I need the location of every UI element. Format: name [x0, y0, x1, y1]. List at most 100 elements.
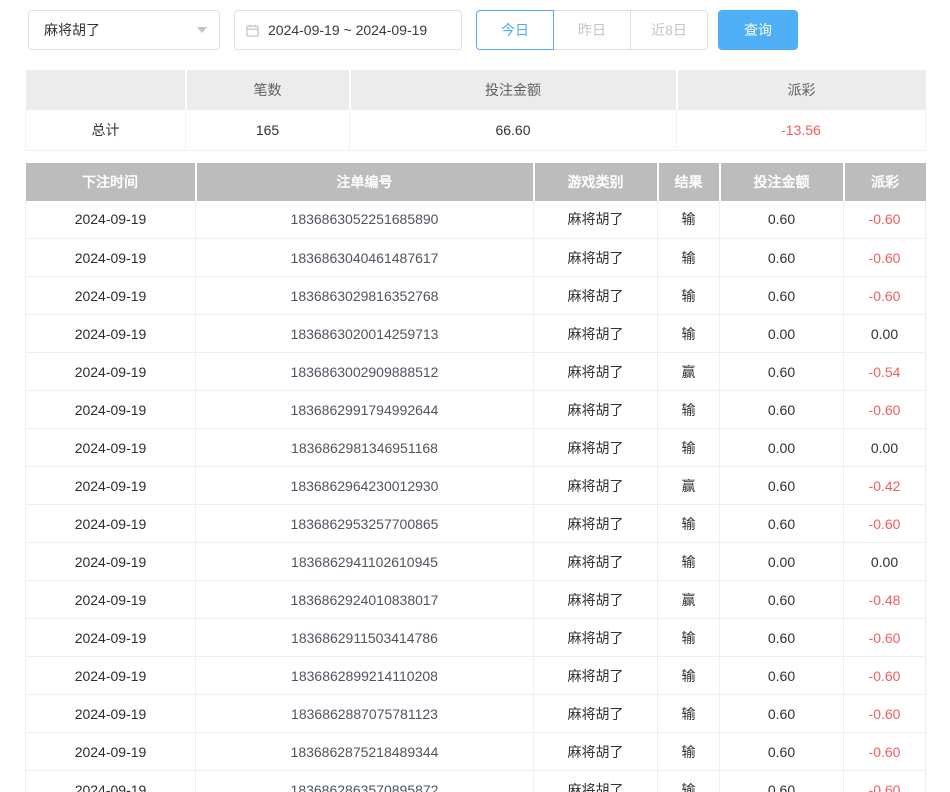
col-header-bet-amount: 投注金额	[720, 163, 844, 201]
cell-order: 1836863052251685890	[196, 201, 534, 239]
cell-result: 输	[658, 619, 720, 657]
col-header-order-number: 注单编号	[196, 163, 534, 201]
cell-time: 2024-09-19	[26, 239, 196, 277]
cell-order: 1836863020014259713	[196, 315, 534, 353]
cell-time: 2024-09-19	[26, 581, 196, 619]
cell-game: 麻将胡了	[534, 467, 658, 505]
date-range-value: 2024-09-19 ~ 2024-09-19	[268, 22, 427, 38]
cell-time: 2024-09-19	[26, 315, 196, 353]
table-row: 2024-09-191836862899214110208麻将胡了输0.60-0…	[26, 657, 926, 695]
cell-payout: -0.60	[844, 277, 926, 315]
summary-header-count: 笔数	[186, 70, 350, 110]
cell-order: 1836862899214110208	[196, 657, 534, 695]
cell-amount: 0.60	[720, 657, 844, 695]
table-row: 2024-09-191836863040461487617麻将胡了输0.60-0…	[26, 239, 926, 277]
col-header-result: 结果	[658, 163, 720, 201]
summary-total-count: 165	[186, 110, 350, 150]
cell-time: 2024-09-19	[26, 695, 196, 733]
table-row: 2024-09-191836862981346951168麻将胡了输0.000.…	[26, 429, 926, 467]
cell-time: 2024-09-19	[26, 391, 196, 429]
cell-game: 麻将胡了	[534, 505, 658, 543]
cell-game: 麻将胡了	[534, 581, 658, 619]
table-row: 2024-09-191836862991794992644麻将胡了输0.60-0…	[26, 391, 926, 429]
summary-header-row: 笔数 投注金额 派彩	[26, 70, 926, 110]
cell-payout: 0.00	[844, 315, 926, 353]
cell-amount: 0.00	[720, 543, 844, 581]
filter-last8days-button[interactable]: 近8日	[630, 10, 708, 50]
summary-total-bet-amount: 66.60	[350, 110, 677, 150]
cell-result: 赢	[658, 467, 720, 505]
toolbar: 麻将胡了 2024-09-19 ~ 2024-09-19 今日 昨日 近8日 查…	[0, 0, 950, 50]
cell-result: 输	[658, 695, 720, 733]
filter-yesterday-button[interactable]: 昨日	[553, 10, 631, 50]
table-row: 2024-09-191836862964230012930麻将胡了赢0.60-0…	[26, 467, 926, 505]
cell-result: 赢	[658, 581, 720, 619]
cell-payout: -0.60	[844, 391, 926, 429]
cell-order: 1836863029816352768	[196, 277, 534, 315]
table-row: 2024-09-191836862875218489344麻将胡了输0.60-0…	[26, 733, 926, 771]
cell-amount: 0.60	[720, 239, 844, 277]
chevron-down-icon	[197, 27, 207, 33]
cell-payout: -0.48	[844, 581, 926, 619]
cell-game: 麻将胡了	[534, 239, 658, 277]
cell-amount: 0.60	[720, 733, 844, 771]
cell-result: 输	[658, 201, 720, 239]
calendar-icon	[245, 23, 260, 38]
game-select[interactable]: 麻将胡了	[28, 10, 220, 50]
summary-header-bet-amount: 投注金额	[350, 70, 677, 110]
cell-result: 输	[658, 277, 720, 315]
cell-amount: 0.60	[720, 391, 844, 429]
cell-time: 2024-09-19	[26, 505, 196, 543]
col-header-payout: 派彩	[844, 163, 926, 201]
col-header-game-category: 游戏类别	[534, 163, 658, 201]
cell-game: 麻将胡了	[534, 543, 658, 581]
date-range-picker[interactable]: 2024-09-19 ~ 2024-09-19	[234, 10, 462, 50]
cell-payout: -0.54	[844, 353, 926, 391]
summary-total-label: 总计	[26, 110, 186, 150]
cell-time: 2024-09-19	[26, 619, 196, 657]
table-row: 2024-09-191836863052251685890麻将胡了输0.60-0…	[26, 201, 926, 239]
cell-result: 输	[658, 391, 720, 429]
cell-result: 输	[658, 505, 720, 543]
cell-time: 2024-09-19	[26, 353, 196, 391]
cell-payout: -0.60	[844, 695, 926, 733]
col-header-bet-time: 下注时间	[26, 163, 196, 201]
cell-amount: 0.60	[720, 353, 844, 391]
table-row: 2024-09-191836862953257700865麻将胡了输0.60-0…	[26, 505, 926, 543]
filter-today-button[interactable]: 今日	[476, 10, 554, 50]
cell-order: 1836862991794992644	[196, 391, 534, 429]
table-row: 2024-09-191836863029816352768麻将胡了输0.60-0…	[26, 277, 926, 315]
cell-order: 1836862953257700865	[196, 505, 534, 543]
bet-records-table: 下注时间 注单编号 游戏类别 结果 投注金额 派彩 2024-09-191836…	[25, 163, 926, 792]
cell-order: 1836862887075781123	[196, 695, 534, 733]
cell-payout: 0.00	[844, 543, 926, 581]
summary-total-row: 总计 165 66.60 -13.56	[26, 110, 926, 150]
cell-payout: -0.60	[844, 619, 926, 657]
cell-order: 1836863002909888512	[196, 353, 534, 391]
cell-payout: -0.60	[844, 239, 926, 277]
summary-header-blank	[26, 70, 186, 110]
cell-game: 麻将胡了	[534, 353, 658, 391]
cell-time: 2024-09-19	[26, 467, 196, 505]
cell-order: 1836862863570895872	[196, 771, 534, 792]
cell-game: 麻将胡了	[534, 391, 658, 429]
cell-game: 麻将胡了	[534, 695, 658, 733]
cell-amount: 0.60	[720, 581, 844, 619]
cell-payout: -0.60	[844, 771, 926, 792]
cell-order: 1836862981346951168	[196, 429, 534, 467]
cell-payout: 0.00	[844, 429, 926, 467]
table-row: 2024-09-191836863020014259713麻将胡了输0.000.…	[26, 315, 926, 353]
cell-time: 2024-09-19	[26, 201, 196, 239]
table-row: 2024-09-191836862887075781123麻将胡了输0.60-0…	[26, 695, 926, 733]
cell-game: 麻将胡了	[534, 315, 658, 353]
cell-game: 麻将胡了	[534, 201, 658, 239]
table-row: 2024-09-191836862924010838017麻将胡了赢0.60-0…	[26, 581, 926, 619]
cell-time: 2024-09-19	[26, 657, 196, 695]
summary-header-payout: 派彩	[677, 70, 926, 110]
cell-amount: 0.60	[720, 619, 844, 657]
cell-amount: 0.00	[720, 315, 844, 353]
cell-result: 输	[658, 315, 720, 353]
quick-filter-group: 今日 昨日 近8日	[476, 10, 708, 50]
cell-result: 输	[658, 733, 720, 771]
query-button[interactable]: 查询	[718, 10, 798, 50]
